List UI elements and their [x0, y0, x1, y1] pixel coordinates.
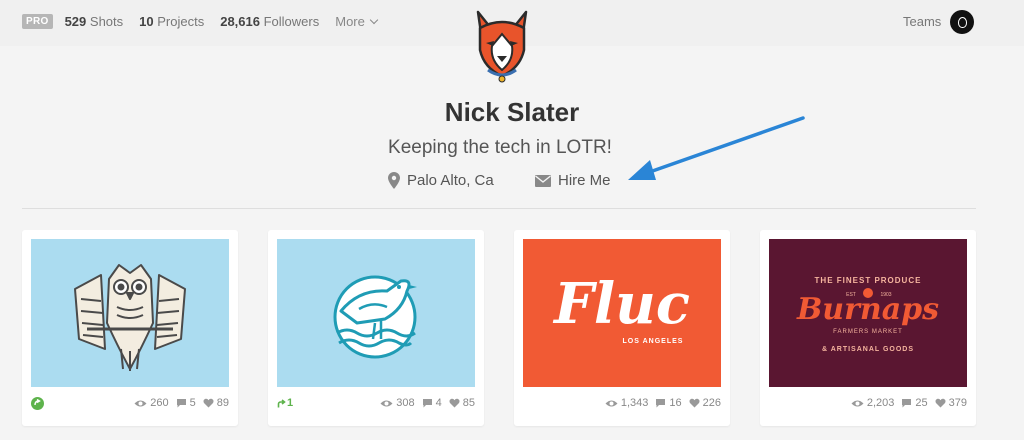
chevron-down-icon	[369, 15, 379, 24]
eye-icon	[380, 400, 393, 406]
likes-value: 379	[948, 397, 967, 409]
followers-link[interactable]: 28,616 Followers	[220, 14, 319, 29]
owl-illustration[interactable]	[31, 239, 229, 387]
likes-value: 85	[462, 397, 475, 409]
shot-card[interactable]: 260 5 89	[22, 230, 238, 426]
team-avatar[interactable]	[950, 10, 974, 34]
projects-label: Projects	[157, 14, 205, 29]
fluc-lettering[interactable]: Fluc LOS ANGELES	[523, 239, 721, 387]
shots-count: 529	[64, 14, 87, 29]
rebound-arrow-icon	[277, 398, 286, 407]
location[interactable]: Palo Alto, Ca	[388, 172, 494, 189]
svg-text:LOS ANGELES: LOS ANGELES	[623, 338, 684, 345]
heart-icon	[689, 398, 700, 408]
views-value: 2,203	[866, 397, 895, 409]
location-text: Palo Alto, Ca	[407, 172, 494, 189]
followers-label: Followers	[263, 14, 320, 29]
eye-icon	[605, 400, 618, 406]
views-value: 308	[396, 397, 415, 409]
likes-value: 226	[702, 397, 721, 409]
shot-footer: 2,203 25 379	[769, 394, 967, 412]
divider	[22, 208, 976, 209]
more-label: More	[335, 14, 365, 29]
shots-label: Shots	[89, 14, 124, 29]
likes-count[interactable]: 226	[689, 397, 721, 409]
shot-footer: 1,343 16 226	[523, 394, 721, 412]
profile-name: Nick Slater	[444, 97, 580, 127]
views-value: 1,343	[620, 397, 649, 409]
profile-avatar[interactable]	[472, 10, 532, 84]
comments-value: 5	[189, 397, 196, 409]
views-count: 308	[380, 397, 415, 409]
shot-counts: 308 4 85	[380, 397, 475, 409]
eye-icon	[851, 400, 864, 406]
comments-value: 16	[669, 397, 682, 409]
hire-me-link[interactable]: Hire Me	[535, 172, 611, 189]
fluc-image: Fluc LOS ANGELES	[552, 271, 690, 345]
profile-bio: Keeping the tech in LOTR!	[388, 137, 612, 158]
likes-count[interactable]: 379	[935, 397, 967, 409]
svg-text:Fluc: Fluc	[552, 271, 690, 337]
profile-stats: PRO 529 Shots 10 Projects 28,616 Followe…	[22, 14, 379, 29]
views-value: 260	[150, 397, 169, 409]
comment-icon	[902, 399, 912, 408]
hire-me-label: Hire Me	[558, 172, 611, 189]
comments-count[interactable]: 4	[422, 397, 442, 409]
bird-image	[333, 275, 417, 359]
shot-footer: 1 308 4 85	[277, 394, 475, 412]
svg-text:& ARTISANAL GOODS: & ARTISANAL GOODS	[822, 346, 914, 353]
shot-counts: 260 5 89	[134, 397, 229, 409]
likes-value: 89	[216, 397, 229, 409]
comments-value: 4	[435, 397, 442, 409]
comment-icon	[656, 399, 666, 408]
rebound-icon[interactable]	[31, 396, 44, 410]
owl-image	[74, 264, 186, 371]
comments-value: 25	[915, 397, 928, 409]
comment-icon	[422, 399, 432, 408]
rebound-count[interactable]: 1	[277, 397, 293, 409]
likes-count[interactable]: 85	[449, 397, 475, 409]
comments-count[interactable]: 5	[176, 397, 196, 409]
views-count: 1,343	[605, 397, 649, 409]
burnaps-image: THE FINEST PRODUCE EST 1903 Burnaps FARM…	[796, 276, 939, 353]
shot-card[interactable]: Fluc LOS ANGELES 1,343 16 226	[514, 230, 730, 426]
heart-icon	[449, 398, 460, 408]
map-pin-icon	[388, 172, 400, 189]
shots-link[interactable]: 529 Shots	[65, 14, 124, 29]
heart-icon	[935, 398, 946, 408]
shot-counts: 2,203 25 379	[851, 397, 967, 409]
pro-badge: PRO	[22, 14, 53, 29]
views-count: 260	[134, 397, 169, 409]
svg-text:THE FINEST PRODUCE: THE FINEST PRODUCE	[815, 276, 922, 285]
views-count: 2,203	[851, 397, 895, 409]
eye-icon	[134, 400, 147, 406]
comments-count[interactable]: 16	[655, 397, 682, 409]
svg-text:FARMERS MARKET: FARMERS MARKET	[833, 329, 903, 335]
shot-footer: 260 5 89	[31, 394, 229, 412]
projects-link[interactable]: 10 Projects	[139, 14, 204, 29]
burnaps-lettering[interactable]: THE FINEST PRODUCE EST 1903 Burnaps FARM…	[769, 239, 967, 387]
comments-count[interactable]: 25	[901, 397, 928, 409]
rebound-value: 1	[287, 397, 294, 409]
teams-label[interactable]: Teams	[903, 14, 941, 29]
svg-text:Burnaps: Burnaps	[796, 292, 939, 327]
bird-badge-illustration[interactable]	[277, 239, 475, 387]
shot-card[interactable]: THE FINEST PRODUCE EST 1903 Burnaps FARM…	[760, 230, 976, 426]
followers-count: 28,616	[220, 14, 260, 29]
team-logo-icon	[957, 16, 967, 28]
likes-count[interactable]: 89	[203, 397, 229, 409]
comment-icon	[176, 399, 186, 408]
envelope-icon	[535, 174, 551, 187]
shot-counts: 1,343 16 226	[605, 397, 721, 409]
more-dropdown[interactable]: More	[335, 14, 379, 29]
projects-count: 10	[139, 14, 154, 29]
heart-icon	[203, 398, 214, 408]
shot-card[interactable]: 1 308 4 85	[268, 230, 484, 426]
